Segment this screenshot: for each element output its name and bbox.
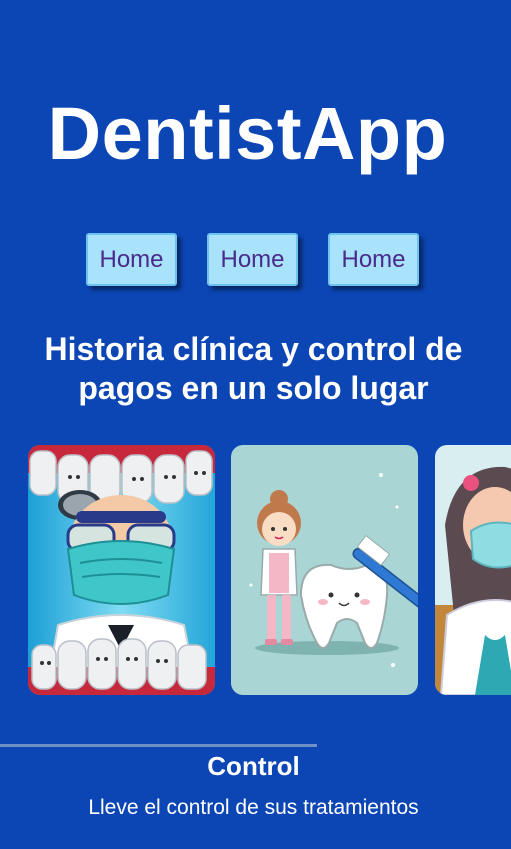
nav-home-button-2[interactable]: Home xyxy=(207,233,298,286)
hero-tagline: Historia clínica y control de pagos en u… xyxy=(44,331,463,406)
section-divider xyxy=(0,744,317,747)
carousel-card-tooth[interactable] xyxy=(231,445,418,695)
nav-home-button-3[interactable]: Home xyxy=(328,233,419,286)
feature-title: Control xyxy=(207,751,300,781)
main-nav: Home Home Home xyxy=(86,233,419,286)
dentist-woman-illustration xyxy=(435,445,511,695)
nav-home-button-1[interactable]: Home xyxy=(86,233,177,286)
tooth-with-toothbrush-illustration xyxy=(231,445,418,695)
carousel-card-dentist-woman[interactable] xyxy=(435,445,511,695)
dentist-with-teeth-illustration xyxy=(28,445,215,695)
feature-description: Lleve el control de sus tratamientos xyxy=(88,796,419,819)
app-title: DentistApp xyxy=(47,92,448,175)
carousel-card-dentist[interactable] xyxy=(28,445,215,695)
image-carousel[interactable] xyxy=(28,445,511,695)
